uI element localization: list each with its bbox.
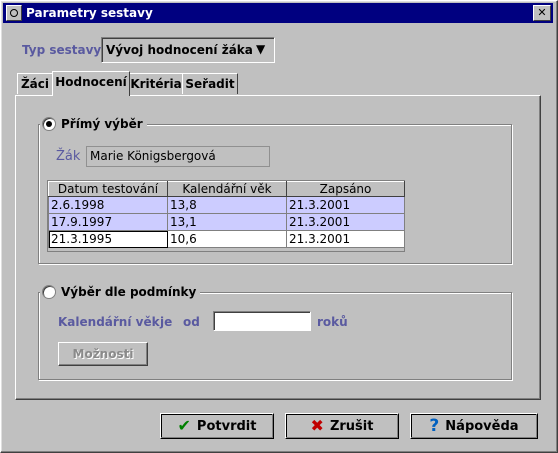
student-label: Žák [56, 149, 81, 164]
checkmark-icon: ✔ [177, 416, 191, 435]
table-cell[interactable]: 21.3.2001 [286, 196, 405, 214]
close-button[interactable]: ✕ [533, 5, 551, 21]
radio-selected-icon [42, 117, 56, 131]
table-cell[interactable]: 21.3.2001 [286, 230, 405, 248]
report-type-select[interactable]: Vývoj hodnocení žáka ▼ [101, 37, 275, 63]
question-mark-icon: ? [429, 416, 440, 436]
table-cell[interactable]: 2.6.1998 [48, 196, 168, 214]
cancel-label: Zrušit [329, 418, 374, 434]
cross-icon: ✖ [310, 416, 324, 435]
confirm-button[interactable]: ✔ Potvrdit [160, 413, 274, 439]
help-button[interactable]: ? Nápověda [410, 413, 538, 439]
tab-label: Kritéria [130, 77, 182, 91]
years-label: roků [317, 315, 348, 329]
table-row[interactable]: 17.9.1997 13,1 21.3.2001 [48, 213, 405, 231]
condition-selection-label: Výběr dle podmínky [61, 285, 197, 299]
confirm-label: Potvrdit [196, 418, 257, 434]
chevron-down-icon: ▼ [256, 42, 266, 56]
tab-label: Seřadit [185, 77, 235, 91]
table-header: Datum testování Kalendářní věk Zapsáno [48, 181, 405, 197]
table-row[interactable]: 21.3.1995 10,6 21.3.2001 [48, 230, 405, 248]
tab-kriteria[interactable]: Kritéria [129, 73, 183, 94]
tab-label: Hodnocení [55, 75, 127, 89]
condition-selection-group [38, 292, 512, 380]
student-value: Marie Königsbergová [90, 149, 216, 163]
radio-unselected-icon [42, 285, 56, 299]
options-button[interactable]: Možnosti [58, 342, 148, 366]
table-row[interactable]: 2.6.1998 13,8 21.3.2001 [48, 196, 405, 214]
table-cell[interactable]: 13,1 [167, 213, 287, 231]
table-cell-focused[interactable]: 21.3.1995 [48, 230, 168, 248]
table-cell[interactable]: 17.9.1997 [48, 213, 168, 231]
report-type-label: Typ sestavy [22, 43, 102, 57]
student-field: Marie Königsbergová [86, 146, 270, 167]
tab-label: Žáci [20, 77, 50, 91]
tab-zaci[interactable]: Žáci [17, 73, 53, 94]
od-label: od [183, 315, 200, 329]
cancel-button[interactable]: ✖ Zrušit [285, 413, 399, 439]
window-title: Parametry sestavy [26, 6, 153, 20]
test-table[interactable]: Datum testování Kalendářní věk Zapsáno 2… [47, 180, 405, 252]
tab-hodnoceni[interactable]: Hodnocení [52, 71, 130, 96]
column-header[interactable]: Kalendářní věk [167, 181, 287, 197]
je-label: je [160, 315, 173, 329]
direct-selection-radio[interactable]: Přímý výběr [40, 116, 147, 132]
table-cell[interactable]: 10,6 [167, 230, 287, 248]
title-bar[interactable]: Parametry sestavy ✕ [3, 3, 553, 23]
column-header[interactable]: Zapsáno [286, 181, 405, 197]
tab-seradit[interactable]: Seřadit [182, 73, 238, 94]
app-icon [6, 5, 22, 21]
help-label: Nápověda [445, 418, 519, 434]
direct-selection-label: Přímý výběr [61, 117, 143, 131]
age-label: Kalendářní věk [58, 315, 160, 329]
report-type-value: Vývoj hodnocení žáka [106, 43, 253, 57]
column-header[interactable]: Datum testování [48, 181, 168, 197]
table-cell[interactable]: 13,8 [167, 196, 287, 214]
condition-selection-radio[interactable]: Výběr dle podmínky [40, 284, 201, 300]
age-input[interactable] [213, 311, 311, 331]
table-cell[interactable]: 21.3.2001 [286, 213, 405, 231]
